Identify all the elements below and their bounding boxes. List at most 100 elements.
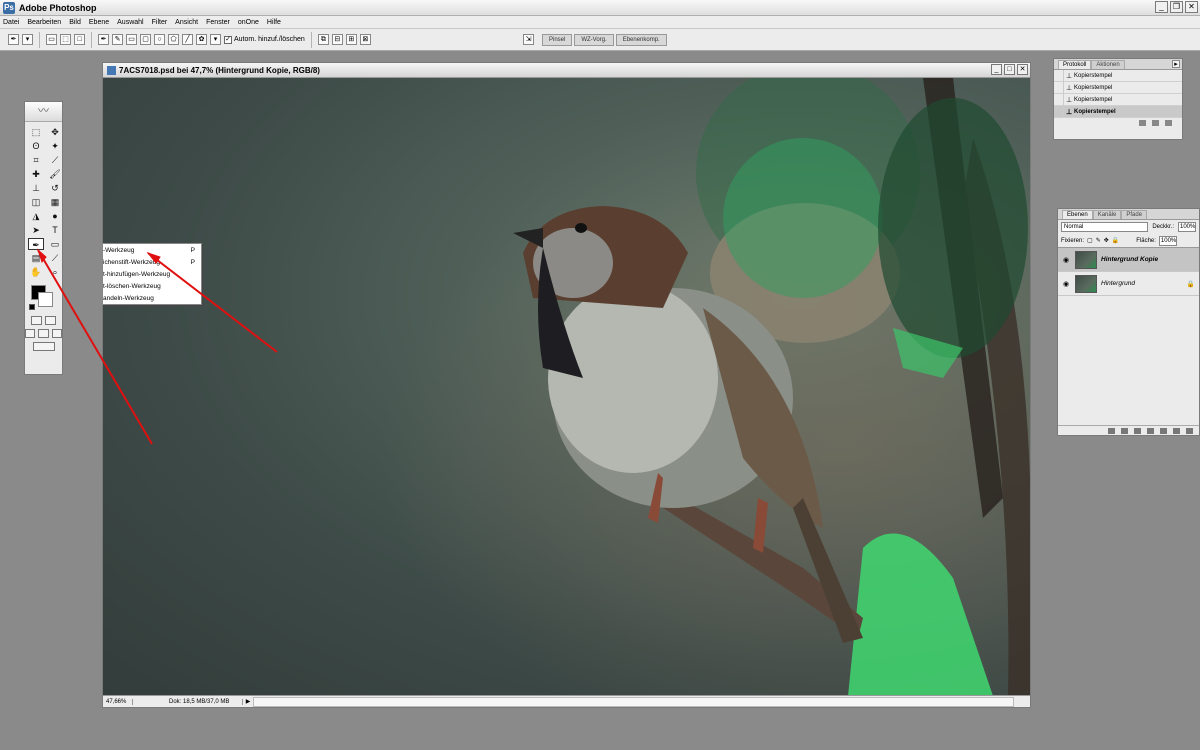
path-add-icon[interactable]: ⧉ xyxy=(317,34,329,45)
path-exclude-icon[interactable]: ⊠ xyxy=(359,34,371,45)
paths-icon[interactable]: ⬚ xyxy=(60,34,71,45)
standard-mode-icon[interactable] xyxy=(31,316,42,325)
tab-kanaele[interactable]: Kanäle xyxy=(1092,210,1122,219)
history-source-cell[interactable] xyxy=(1054,105,1064,118)
menu-ansicht[interactable]: Ansicht xyxy=(175,19,198,26)
lock-transparency-icon[interactable]: ▢ xyxy=(1087,237,1093,244)
flyout-item-convert-point[interactable]: andeln-Werkzeug xyxy=(103,292,201,304)
eyedropper-tool-icon[interactable]: ⟋ xyxy=(47,252,63,264)
layer-mask-icon[interactable] xyxy=(1134,427,1141,434)
move-tool-icon[interactable]: ✥ xyxy=(47,126,63,138)
flyout-item-freeform-pen[interactable]: ichenstift-Werkzeug P xyxy=(103,256,201,268)
doc-maximize-button[interactable]: □ xyxy=(1004,64,1015,75)
history-source-cell[interactable] xyxy=(1054,81,1064,94)
doc-minimize-button[interactable]: _ xyxy=(991,64,1002,75)
jump-to-imageready-icon[interactable] xyxy=(32,342,55,351)
fill-pixels-icon[interactable]: □ xyxy=(74,34,85,45)
brush-tool-icon[interactable]: 🖌 xyxy=(47,168,63,180)
menu-onone[interactable]: onOne xyxy=(238,19,259,26)
well-tab-brushes[interactable]: Pinsel xyxy=(542,34,573,46)
layer-row-hintergrund[interactable]: ◉ Hintergrund 🔒 xyxy=(1058,272,1199,296)
shape-options-dropdown-icon[interactable]: ▾ xyxy=(210,34,221,45)
blur-tool-icon[interactable]: ◮ xyxy=(28,210,44,222)
path-subtract-icon[interactable]: ⊟ xyxy=(331,34,343,45)
freeform-pen-icon[interactable]: ✎ xyxy=(112,34,123,45)
notes-tool-icon[interactable]: ▤ xyxy=(28,252,44,264)
lasso-tool-icon[interactable]: ʘ xyxy=(28,140,44,152)
screen-mode-full-icon[interactable] xyxy=(51,329,62,338)
auto-add-delete-checkbox[interactable]: ✓ Autom. hinzuf./löschen xyxy=(224,35,305,44)
menu-hilfe[interactable]: Hilfe xyxy=(267,19,281,26)
tab-protokoll[interactable]: Protokoll xyxy=(1058,60,1092,69)
background-color-swatch[interactable] xyxy=(38,292,53,307)
lock-pixels-icon[interactable]: ✎ xyxy=(1096,237,1101,244)
shape-layers-icon[interactable]: ▭ xyxy=(46,34,57,45)
zoom-tool-icon[interactable]: ⌕ xyxy=(47,266,63,278)
ellipse-icon[interactable]: ○ xyxy=(154,34,165,45)
type-tool-icon[interactable]: T xyxy=(47,224,63,236)
horizontal-scrollbar[interactable] xyxy=(253,696,1014,707)
menu-filter[interactable]: Filter xyxy=(152,19,168,26)
panel-menu-icon[interactable]: ▸ xyxy=(1172,60,1180,68)
well-tab-layer-comps[interactable]: Ebenenkomp. xyxy=(615,34,667,46)
pen-tool-preset-icon[interactable]: ✒ xyxy=(8,34,19,45)
crop-tool-icon[interactable]: ⌗ xyxy=(28,154,44,166)
menu-fenster[interactable]: Fenster xyxy=(206,19,230,26)
eye-icon[interactable]: ◉ xyxy=(1061,256,1071,264)
checkbox-box[interactable]: ✓ xyxy=(224,35,232,44)
menu-datei[interactable]: Datei xyxy=(3,19,19,26)
history-source-cell[interactable] xyxy=(1054,69,1064,82)
preset-dropdown-icon[interactable]: ▾ xyxy=(22,34,33,45)
healing-brush-icon[interactable]: ✚ xyxy=(28,168,44,180)
layer-group-icon[interactable] xyxy=(1160,427,1167,434)
menu-bearbeiten[interactable]: Bearbeiten xyxy=(27,19,61,26)
quick-mask-mode-icon[interactable] xyxy=(45,316,56,325)
flyout-item-delete-anchor[interactable]: t-löschen-Werkzeug xyxy=(103,280,201,292)
history-state[interactable]: ⊥ Kopierstempel xyxy=(1054,69,1182,82)
menu-bild[interactable]: Bild xyxy=(69,19,81,26)
eye-icon[interactable]: ◉ xyxy=(1061,280,1071,288)
image-canvas[interactable] xyxy=(103,78,1030,696)
dodge-tool-icon[interactable]: ● xyxy=(47,210,63,222)
snapshot-icon[interactable] xyxy=(1152,120,1159,126)
tab-pfade[interactable]: Pfade xyxy=(1121,210,1148,219)
opacity-input[interactable]: 100% xyxy=(1178,222,1196,232)
clone-stamp-icon[interactable]: ⊥ xyxy=(28,182,44,194)
magic-wand-tool-icon[interactable]: ✦ xyxy=(47,140,63,152)
path-intersect-icon[interactable]: ⊞ xyxy=(345,34,357,45)
eraser-tool-icon[interactable]: ◫ xyxy=(28,196,44,208)
custom-shape-icon[interactable]: ✿ xyxy=(196,34,207,45)
history-source-cell[interactable] xyxy=(1054,93,1064,106)
rectangle-icon[interactable]: ▭ xyxy=(126,34,137,45)
link-layers-icon[interactable] xyxy=(1108,427,1115,434)
gradient-tool-icon[interactable]: ▦ xyxy=(47,196,63,208)
flyout-item-pen[interactable]: -Werkzeug P xyxy=(103,244,201,256)
shape-tool-icon[interactable]: ▭ xyxy=(47,238,63,250)
status-menu-arrow-icon[interactable]: ▶ xyxy=(243,698,253,705)
menu-ebene[interactable]: Ebene xyxy=(89,19,109,26)
toolbox-header-feather-icon[interactable]: 〰 xyxy=(25,102,62,122)
tab-ebenen[interactable]: Ebenen xyxy=(1062,210,1093,219)
well-tab-tool-presets[interactable]: WZ-Vorg. xyxy=(574,34,614,46)
zoom-field[interactable]: 47,66% xyxy=(103,698,133,705)
lock-all-icon[interactable]: 🔒 xyxy=(1112,237,1119,244)
adjustment-layer-icon[interactable] xyxy=(1147,427,1154,434)
blend-mode-select[interactable]: Normal xyxy=(1061,222,1149,232)
delete-layer-icon[interactable] xyxy=(1186,427,1193,434)
default-colors-icon[interactable] xyxy=(29,304,35,310)
rounded-rectangle-icon[interactable]: ▢ xyxy=(140,34,151,45)
line-icon[interactable]: ╱ xyxy=(182,34,193,45)
pen-icon[interactable]: ✒ xyxy=(98,34,109,45)
history-state[interactable]: ⊥ Kopierstempel xyxy=(1054,93,1182,106)
marquee-tool-icon[interactable]: ⬚ xyxy=(28,126,44,138)
new-layer-icon[interactable] xyxy=(1173,427,1180,434)
layer-row-hintergrund-kopie[interactable]: ◉ Hintergrund Kopie xyxy=(1058,248,1199,272)
trash-icon[interactable] xyxy=(1165,120,1172,126)
path-selection-icon[interactable]: ➤ xyxy=(28,224,44,236)
pen-tool-icon[interactable]: ✒ xyxy=(28,238,44,250)
new-document-icon[interactable] xyxy=(1139,120,1146,126)
flyout-item-add-anchor[interactable]: t-hinzufügen-Werkzeug xyxy=(103,268,201,280)
history-state-current[interactable]: ⊥ Kopierstempel xyxy=(1054,105,1182,118)
screen-mode-standard-icon[interactable] xyxy=(25,329,36,338)
slice-tool-icon[interactable]: ⟋ xyxy=(47,154,63,166)
